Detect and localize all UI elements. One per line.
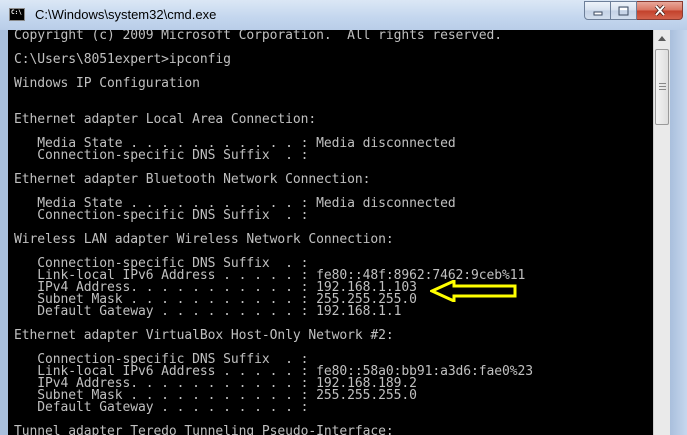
- console-text: Copyright (c) 2009 Microsoft Corporation…: [8, 30, 653, 435]
- console-line: Copyright (c) 2009 Microsoft Corporation…: [14, 30, 503, 43]
- thumb-grip-line: [659, 89, 666, 90]
- console-line: Ethernet adapter Local Area Connection:: [14, 112, 317, 127]
- title-bar[interactable]: C:\ C:\Windows\system32\cmd.exe: [0, 0, 687, 30]
- console-output[interactable]: Copyright (c) 2009 Microsoft Corporation…: [8, 30, 653, 435]
- console-line: Default Gateway . . . . . . . . . : 192.…: [14, 304, 402, 319]
- console-line: Connection-specific DNS Suffix . :: [14, 148, 309, 163]
- console-line: Connection-specific DNS Suffix . :: [14, 208, 309, 223]
- scroll-up-button[interactable]: [654, 30, 670, 47]
- scroll-up-arrow-icon: [658, 36, 666, 41]
- close-icon: [654, 5, 665, 16]
- console-line: Default Gateway . . . . . . . . . :: [14, 400, 309, 415]
- left-arrow-icon: [430, 280, 517, 302]
- window-frame-right: [670, 30, 687, 435]
- minimize-button[interactable]: [584, 1, 611, 20]
- scroll-thumb[interactable]: [655, 49, 669, 125]
- maximize-button[interactable]: [611, 1, 637, 20]
- maximize-icon: [618, 6, 629, 15]
- console-line: Ethernet adapter VirtualBox Host-Only Ne…: [14, 328, 394, 343]
- caption-buttons: [584, 1, 683, 21]
- thumb-grip-line: [659, 83, 666, 84]
- window-title: C:\Windows\system32\cmd.exe: [35, 7, 217, 22]
- close-button[interactable]: [637, 1, 683, 20]
- console-line: Wireless LAN adapter Wireless Network Co…: [14, 232, 394, 247]
- console-line: Tunnel adapter Teredo Tunneling Pseudo-I…: [14, 424, 394, 435]
- console-line: Windows IP Configuration: [14, 76, 200, 91]
- cmd-icon-glyph: C:\: [11, 9, 22, 16]
- console-line: C:\Users\8051expert>ipconfig: [14, 52, 231, 67]
- thumb-grip-line: [659, 86, 666, 87]
- minimize-icon: [593, 11, 602, 15]
- console-line: Ethernet adapter Bluetooth Network Conne…: [14, 172, 371, 187]
- cmd-app-icon[interactable]: C:\: [9, 8, 25, 21]
- vertical-scrollbar[interactable]: [653, 30, 670, 435]
- cmd-window: C:\ C:\Windows\system32\cmd.exe Copyrigh…: [0, 0, 687, 435]
